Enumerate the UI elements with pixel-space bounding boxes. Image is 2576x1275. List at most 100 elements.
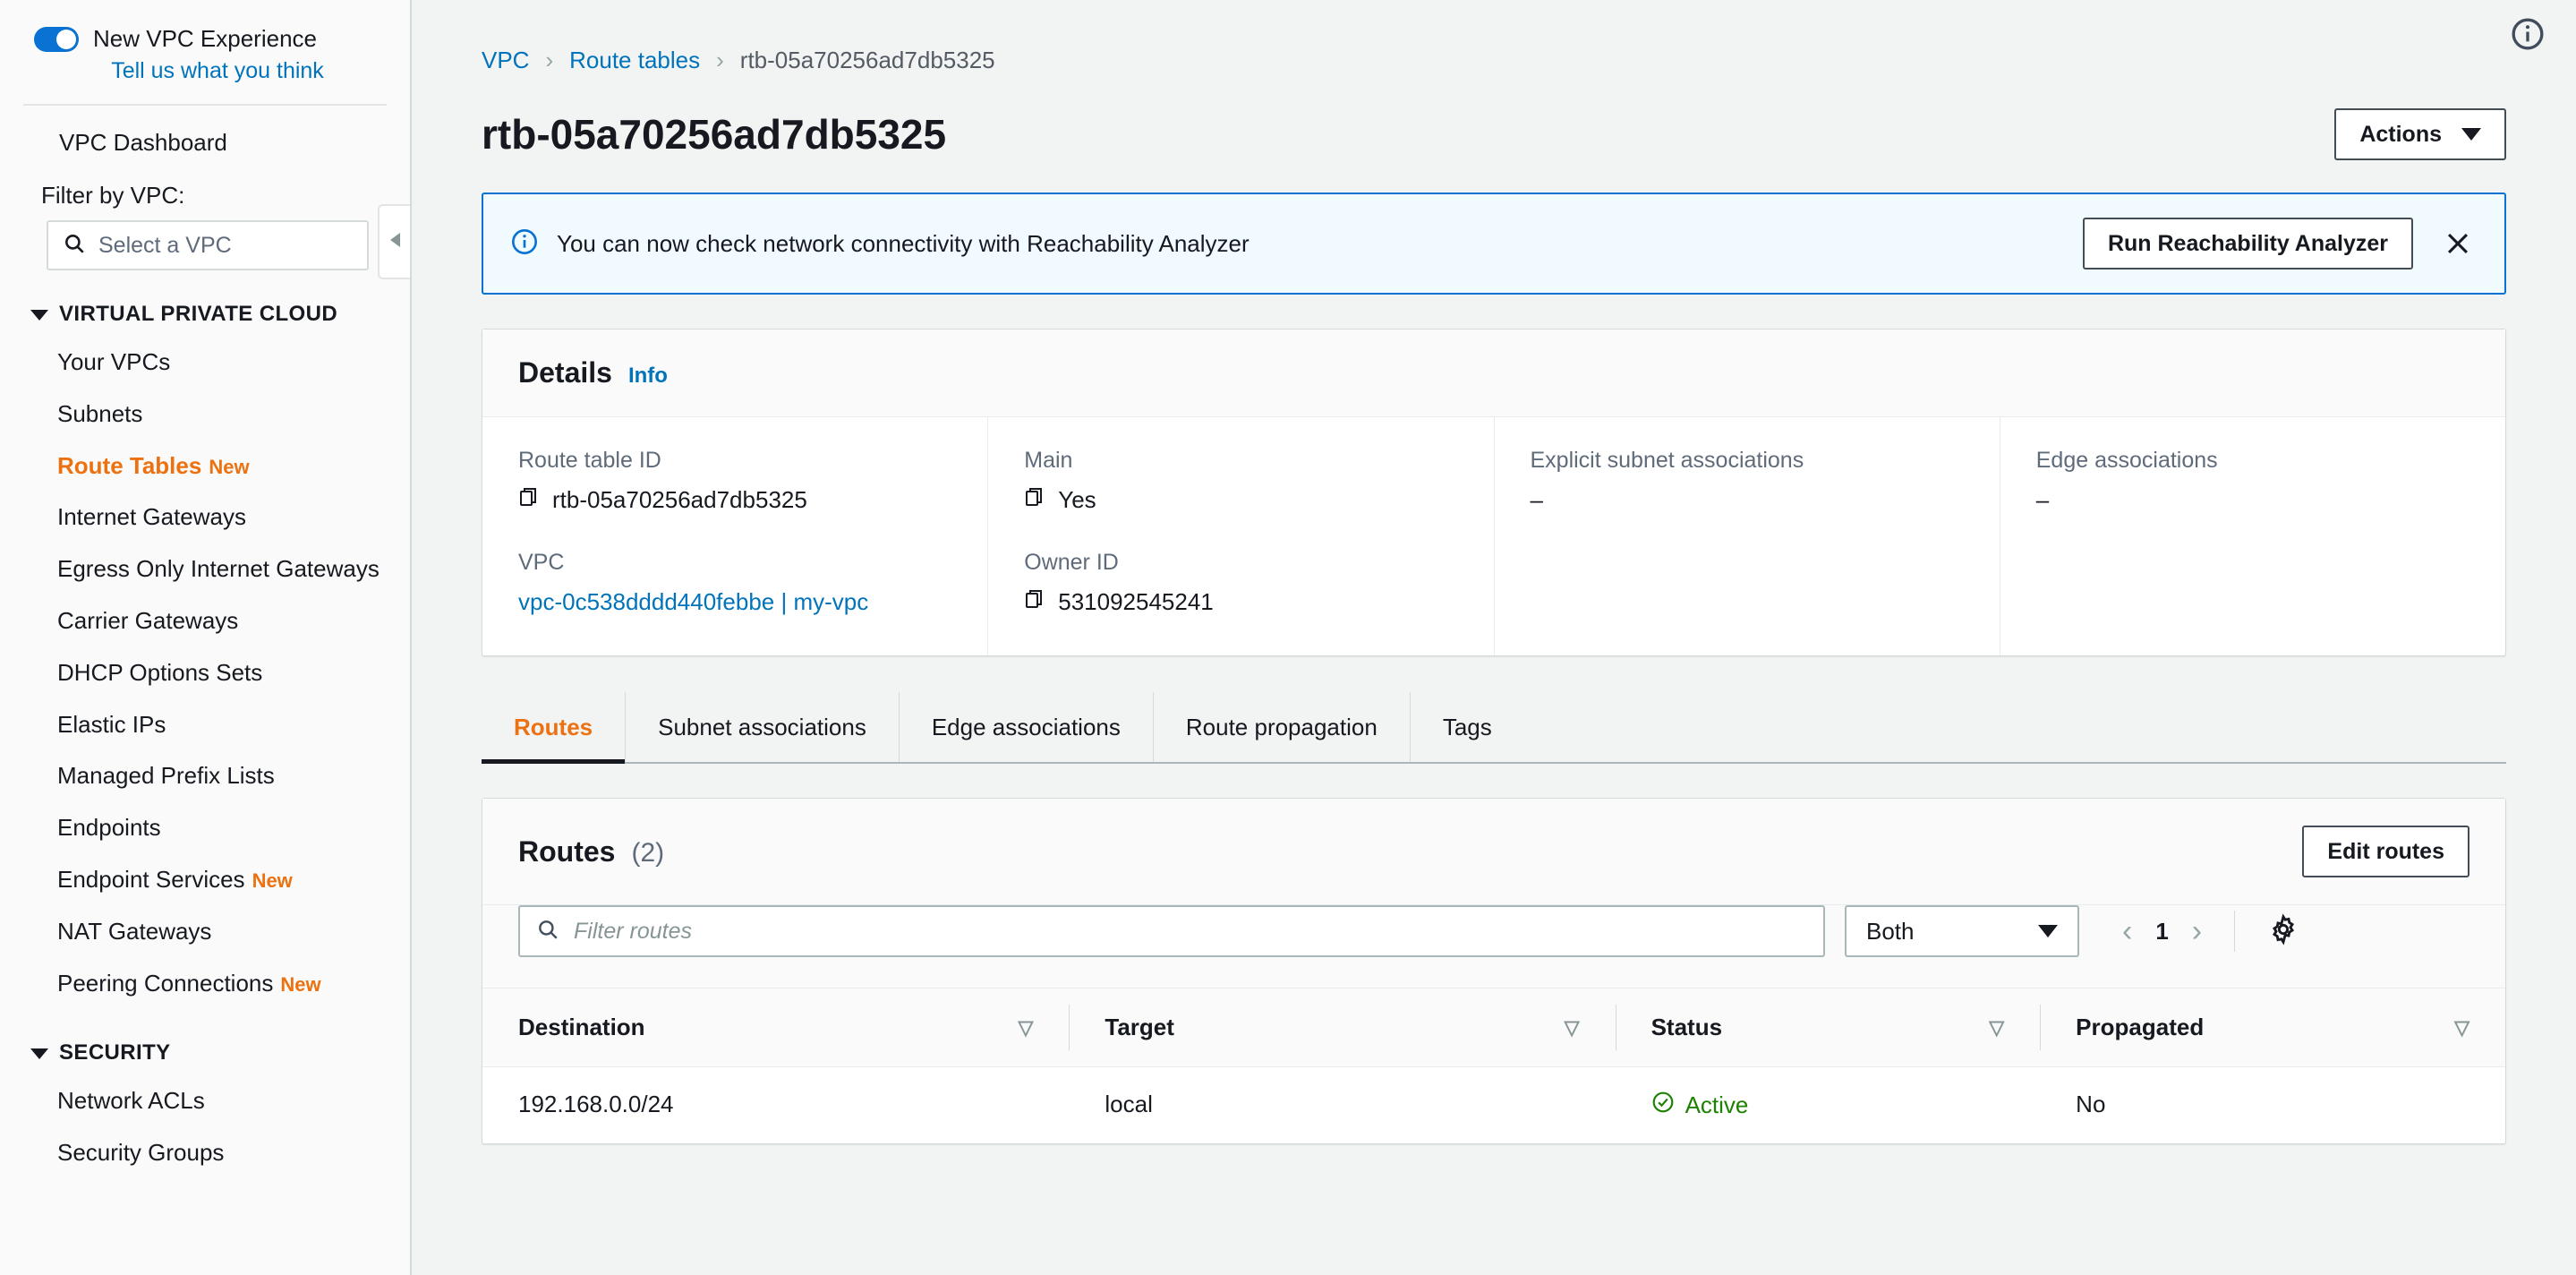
settings-gear-icon[interactable] [2267,912,2299,950]
tab-routes[interactable]: Routes [482,692,627,764]
sidebar-group-label: VIRTUAL PRIVATE CLOUD [59,302,338,326]
filter-routes-placeholder: Filter routes [574,918,692,944]
sidebar-item-label: Peering Connections [57,969,274,997]
sidebar-item-vpc-dashboard[interactable]: VPC Dashboard [0,106,410,176]
sidebar-item-subnets[interactable]: Subnets [0,389,410,441]
detail-value-link[interactable]: vpc-0c538dddd440febbe | my-vpc [518,588,868,616]
breadcrumb-route-tables[interactable]: Route tables [569,47,700,74]
sort-icon[interactable]: ▽ [1989,1016,2004,1040]
sidebar-item-carrier-gateways[interactable]: Carrier Gateways [0,595,410,647]
run-reachability-analyzer-button[interactable]: Run Reachability Analyzer [2082,218,2413,270]
filter-by-vpc-label: Filter by VPC: [41,182,185,209]
sidebar-item-network-acls[interactable]: Network ACLs [0,1075,410,1127]
search-icon [536,918,559,946]
sidebar-item-egress-only-internet-gateways[interactable]: Egress Only Internet Gateways [0,543,410,595]
route-type-select[interactable]: Both [1845,905,2079,957]
sidebar-item-route-tables[interactable]: Route Tables New [0,441,410,492]
cell-propagated: No [2076,1091,2106,1117]
main-content: VPC › Route tables › rtb-05a70256ad7db53… [412,0,2576,1275]
column-header-target[interactable]: Target ▽ [1069,988,1616,1067]
table-row[interactable]: 192.168.0.0/24 local Active No [482,1067,2505,1144]
routes-card: Routes (2) Edit routes Filter routes Bot… [482,798,2506,1144]
detail-label: Edge associations [2035,448,2218,473]
sidebar-item-managed-prefix-lists[interactable]: Managed Prefix Lists [0,750,410,802]
previous-page-icon[interactable]: ‹ [2122,916,2132,946]
tab-edge-associations[interactable]: Edge associations [900,692,1154,762]
sidebar-item-internet-gateways[interactable]: Internet Gateways [0,492,410,543]
sort-icon[interactable]: ▽ [1565,1016,1580,1040]
sidebar-group-virtual-private-cloud[interactable]: VIRTUAL PRIVATE CLOUD [0,270,410,337]
details-grid: Route table ID rtb-05a70256ad7db5325 VPC [482,417,2505,655]
sidebar-item-label: Network ACLs [57,1087,205,1115]
vpc-filter-select[interactable]: Select a VPC [47,220,369,270]
close-icon[interactable] [2438,224,2478,263]
tab-bar: Routes Subnet associations Edge associat… [482,692,2506,764]
sidebar-item-elastic-ips[interactable]: Elastic IPs [0,699,410,751]
tab-label: Route propagation [1185,713,1378,740]
column-header-destination[interactable]: Destination ▽ [482,988,1070,1067]
status-badge: Active [1651,1091,2005,1120]
banner-message: You can now check network connectivity w… [557,229,1250,257]
help-info-icon[interactable] [2510,16,2546,52]
tell-us-what-you-think-link[interactable]: Tell us what you think [0,53,410,104]
routes-count: (2) [631,837,665,868]
filter-routes-input[interactable]: Filter routes [518,905,1825,957]
sidebar-item-endpoint-services[interactable]: Endpoint Services New [0,854,410,906]
tab-subnet-associations[interactable]: Subnet associations [626,692,900,762]
tab-route-propagation[interactable]: Route propagation [1154,692,1411,762]
sidebar-item-security-groups[interactable]: Security Groups [0,1127,410,1179]
vpc-filter-placeholder: Select a VPC [98,232,232,258]
tab-tags[interactable]: Tags [1411,692,1524,762]
sidebar-item-dhcp-options-sets[interactable]: DHCP Options Sets [0,647,410,699]
edit-routes-button[interactable]: Edit routes [2302,826,2469,877]
next-page-icon[interactable]: › [2192,916,2202,946]
sort-icon[interactable]: ▽ [1018,1016,1033,1040]
sidebar-item-peering-connections[interactable]: Peering Connections New [0,958,410,1010]
sidebar-item-your-vpcs[interactable]: Your VPCs [0,337,410,389]
details-column: Main Yes Owner ID 531092545241 [988,417,1495,655]
sidebar-group-security[interactable]: SECURITY [0,1009,410,1075]
detail-label: Route table ID [518,448,661,473]
run-reachability-analyzer-label: Run Reachability Analyzer [2107,230,2388,256]
breadcrumb-vpc[interactable]: VPC [482,47,529,74]
reachability-analyzer-banner: You can now check network connectivity w… [482,193,2506,295]
column-header-label: Destination [518,1014,645,1040]
column-header-propagated[interactable]: Propagated ▽ [2040,988,2505,1067]
sidebar-collapse-handle[interactable] [378,204,410,279]
table-header-row: Destination ▽ Target ▽ Status ▽ Propagat… [482,988,2505,1067]
vpc-console: New VPC Experience Tell us what you thin… [0,0,2576,1275]
details-card: Details Info Route table ID rtb-05a70256… [482,329,2506,656]
details-column: Route table ID rtb-05a70256ad7db5325 VPC [482,417,989,655]
copy-icon[interactable] [1024,486,1045,514]
column-divider [1069,1005,1070,1050]
sidebar-item-label: Subnets [57,399,143,427]
sidebar-item-endpoints[interactable]: Endpoints [0,802,410,854]
column-header-status[interactable]: Status ▽ [1615,988,2041,1067]
sidebar-item-label: Internet Gateways [57,503,246,531]
copy-icon[interactable] [518,486,540,514]
search-icon [63,232,86,260]
chevron-down-icon [2461,128,2481,141]
sidebar-item-nat-gateways[interactable]: NAT Gateways [0,906,410,958]
details-card-header: Details Info [482,329,2505,417]
column-divider [2040,1005,2042,1050]
details-info-link[interactable]: Info [628,364,668,389]
routes-table: Destination ▽ Target ▽ Status ▽ Propagat… [482,988,2505,1143]
details-column: Explicit subnet associations – [1495,417,2000,655]
tab-label: Subnet associations [658,713,866,740]
detail-field-edge-associations: Edge associations – [2036,448,2469,514]
detail-field-vpc: VPC vpc-0c538dddd440febbe | my-vpc [518,550,951,616]
new-vpc-experience-toggle[interactable] [34,26,79,52]
tab-label: Routes [514,713,593,740]
detail-value-group: 531092545241 [1024,588,1457,616]
routes-title-group: Routes (2) [518,835,664,869]
actions-button[interactable]: Actions [2334,108,2506,160]
sort-icon[interactable]: ▽ [2454,1016,2469,1040]
sidebar-item-label: Egress Only Internet Gateways [57,555,380,583]
detail-label: VPC [518,550,565,575]
detail-field-route-table-id: Route table ID rtb-05a70256ad7db5325 [518,448,951,514]
copy-icon[interactable] [1024,588,1045,616]
sidebar-item-label: Route Tables [57,451,202,479]
column-header-label: Target [1105,1014,1174,1040]
cell-destination: 192.168.0.0/24 [518,1091,674,1117]
